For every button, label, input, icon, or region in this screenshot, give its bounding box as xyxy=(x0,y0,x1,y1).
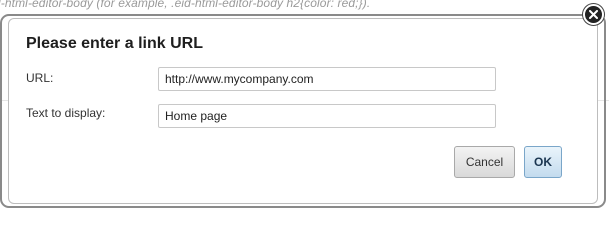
dialog-title: Please enter a link URL xyxy=(26,35,203,52)
page: d-html-editor-body (for example, .eid-ht… xyxy=(0,0,609,211)
link-url-dialog: Please enter a link URL URL: Text to dis… xyxy=(8,18,598,204)
url-label: URL: xyxy=(26,71,54,85)
text-to-display-input[interactable] xyxy=(158,104,496,128)
background-editor-text: d-html-editor-body (for example, .eid-ht… xyxy=(0,0,371,10)
cancel-button[interactable]: Cancel xyxy=(454,146,515,178)
close-icon xyxy=(589,10,598,19)
text-to-display-label: Text to display: xyxy=(26,106,106,120)
close-button[interactable] xyxy=(583,4,604,25)
ok-button[interactable]: OK xyxy=(524,146,562,178)
url-input[interactable] xyxy=(158,67,496,91)
